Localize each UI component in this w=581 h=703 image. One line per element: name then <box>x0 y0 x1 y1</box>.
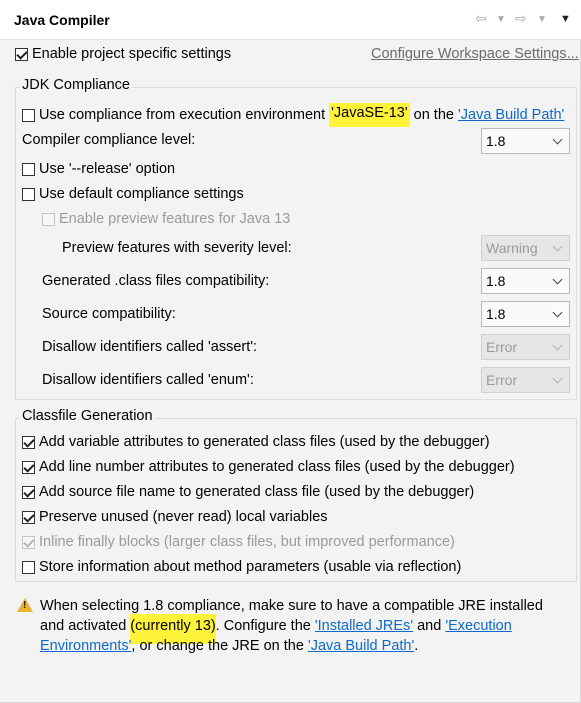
source-compat-select[interactable]: 1.8 <box>481 301 570 327</box>
jdk-compliance-group-label: JDK Compliance <box>20 77 132 93</box>
page-title: Java Compiler <box>14 12 110 28</box>
warning-line-1: When selecting 1.8 compliance, make sure… <box>40 598 543 614</box>
compliance-level-label: Compiler compliance level: <box>22 132 196 148</box>
warning-line-2-prefix: and activated <box>40 618 131 634</box>
warning-and-text: and <box>413 618 446 634</box>
warning-line-2: and activated (currently 13). Configure … <box>40 614 543 644</box>
warning-line-3-end: . <box>414 638 419 654</box>
disallow-assert-value: Error <box>486 339 518 355</box>
java-compiler-preferences-pane: Java Compiler ⇦ ▼ ⇨ ▼ ▼ Enable project s… <box>0 0 581 703</box>
forward-dropdown-icon[interactable]: ▼ <box>537 14 547 25</box>
warning-line-2-mid: . Configure the <box>215 618 315 634</box>
classfile-option-checkbox[interactable] <box>22 485 35 499</box>
release-option-checkbox[interactable] <box>22 162 35 176</box>
disallow-assert-label: Disallow identifiers called 'assert': <box>42 339 258 355</box>
use-env-compliance-label: Use compliance from execution environmen… <box>39 107 330 123</box>
classfile-option-label: Preserve unused (never read) local varia… <box>39 509 328 525</box>
chevron-down-icon <box>552 307 563 318</box>
preview-severity-select: Warning <box>481 235 570 261</box>
warning-java-build-path-link[interactable]: 'Java Build Path' <box>308 638 414 654</box>
execution-environment-value: 'JavaSE-13' <box>329 103 410 127</box>
classfile-option-checkbox[interactable] <box>22 510 35 524</box>
use-env-compliance-row[interactable]: Use compliance from execution environmen… <box>22 103 564 127</box>
compliance-level-select[interactable]: 1.8 <box>481 128 570 154</box>
java-build-path-link[interactable]: 'Java Build Path' <box>458 107 564 123</box>
release-option-label: Use '--release' option <box>39 161 176 177</box>
installed-jres-link[interactable]: 'Installed JREs' <box>315 618 413 634</box>
chevron-down-icon <box>552 340 563 351</box>
chevron-down-icon <box>552 134 563 145</box>
preview-features-checkbox <box>42 212 55 226</box>
classfile-option-label: Add source file name to generated class … <box>39 484 475 500</box>
classfile-option-label: Add variable attributes to generated cla… <box>39 434 490 450</box>
enable-project-settings-row[interactable]: Enable project specific settings <box>15 46 231 62</box>
chevron-down-icon <box>552 241 563 252</box>
classfile-option-label: Add line number attributes to generated … <box>39 459 515 475</box>
view-menu-icon[interactable]: ▼ <box>560 13 571 25</box>
execution-environments-link-part2[interactable]: Environments' <box>40 638 131 654</box>
back-dropdown-icon[interactable]: ▼ <box>496 14 506 25</box>
classfile-option-row: Inline finally blocks (larger class file… <box>22 534 455 550</box>
classfile-option-label: Inline finally blocks (larger class file… <box>39 534 455 550</box>
chevron-down-icon <box>552 373 563 384</box>
disallow-assert-select: Error <box>481 334 570 360</box>
enable-project-settings-checkbox[interactable] <box>15 47 28 61</box>
classfile-option-checkbox[interactable] <box>22 435 35 449</box>
classfile-option-row[interactable]: Add line number attributes to generated … <box>22 459 515 475</box>
execution-environments-link-part1[interactable]: 'Execution <box>445 618 511 634</box>
warning-line-3-mid: , or change the JRE on the <box>131 638 308 654</box>
generated-class-compat-label: Generated .class files compatibility: <box>42 273 270 289</box>
preview-features-label: Enable preview features for Java 13 <box>59 211 291 227</box>
back-arrow-icon[interactable]: ⇦ <box>475 10 487 27</box>
default-compliance-row[interactable]: Use default compliance settings <box>22 186 244 202</box>
classfile-option-checkbox <box>22 535 35 549</box>
compliance-level-value: 1.8 <box>486 133 506 149</box>
preview-severity-value: Warning <box>486 240 538 256</box>
disallow-enum-label: Disallow identifiers called 'enum': <box>42 372 254 388</box>
classfile-option-checkbox[interactable] <box>22 560 35 574</box>
configure-workspace-settings-link[interactable]: Configure Workspace Settings... <box>371 46 579 62</box>
generated-class-compat-value: 1.8 <box>486 273 506 289</box>
classfile-option-checkbox[interactable] <box>22 460 35 474</box>
source-compat-value: 1.8 <box>486 306 506 322</box>
source-compat-label: Source compatibility: <box>42 306 176 322</box>
disallow-enum-select: Error <box>481 367 570 393</box>
warning-message: When selecting 1.8 compliance, make sure… <box>40 596 543 656</box>
default-compliance-checkbox[interactable] <box>22 187 35 201</box>
use-env-compliance-mid: on the <box>409 107 458 123</box>
classfile-option-label: Store information about method parameter… <box>39 559 462 575</box>
preview-features-row: Enable preview features for Java 13 <box>42 211 290 227</box>
forward-arrow-icon[interactable]: ⇨ <box>515 10 527 27</box>
page-header: Java Compiler ⇦ ▼ ⇨ ▼ ▼ <box>0 0 581 40</box>
classfile-option-row[interactable]: Preserve unused (never read) local varia… <box>22 509 328 525</box>
classfile-option-row[interactable]: Add source file name to generated class … <box>22 484 474 500</box>
default-compliance-label: Use default compliance settings <box>39 186 244 202</box>
enable-project-settings-label: Enable project specific settings <box>32 46 232 62</box>
warning-icon: ! <box>17 598 33 612</box>
release-option-row[interactable]: Use '--release' option <box>22 161 175 177</box>
preview-severity-label: Preview features with severity level: <box>62 240 292 256</box>
generated-class-compat-select[interactable]: 1.8 <box>481 268 570 294</box>
classfile-option-row[interactable]: Add variable attributes to generated cla… <box>22 434 490 450</box>
chevron-down-icon <box>552 274 563 285</box>
disallow-enum-value: Error <box>486 372 518 388</box>
classfile-generation-group-label: Classfile Generation <box>20 408 155 424</box>
use-env-compliance-checkbox[interactable] <box>22 108 35 122</box>
classfile-option-row[interactable]: Store information about method parameter… <box>22 559 461 575</box>
warning-line-3: Environments', or change the JRE on the … <box>40 636 543 656</box>
